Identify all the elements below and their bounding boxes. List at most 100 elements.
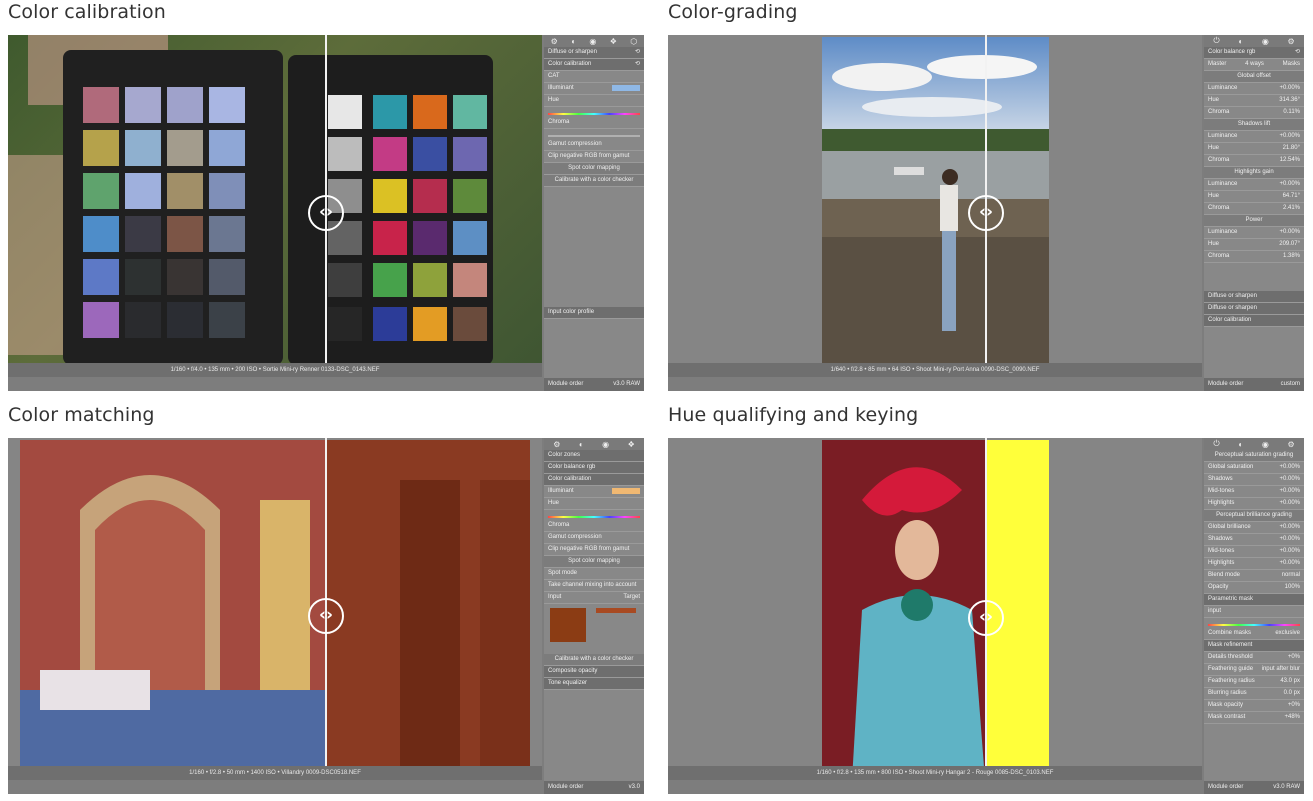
color-checker-photo [8,35,542,377]
right-panel: ⏻ ◐ ◉ ⚙ Perceptual saturation grading Globa… [1204,438,1304,794]
target-swatch[interactable] [596,608,636,613]
go-luminance[interactable]: Luminance +0.00% [1204,83,1304,95]
spot-color-mapping-header[interactable]: Spot color mapping [544,163,644,175]
hue-slider[interactable] [544,510,644,520]
sat-midtones[interactable]: Mid-tones +0.00% [1204,486,1304,498]
pw-luminance[interactable]: Luminance +0.00% [1204,227,1304,239]
illuminant-row[interactable]: Illuminant [544,83,644,95]
module-color-balance-rgb[interactable]: Color balance rgb [544,462,644,474]
opacity[interactable]: Opacity 100% [1204,582,1304,594]
hg-luminance[interactable]: Luminance +0.00% [1204,179,1304,191]
global-brilliance[interactable]: Global brilliance +0.00% [1204,522,1304,534]
module-diffuse-sharpen-2[interactable]: Diffuse or sharpen [1204,303,1304,315]
module-color-zones[interactable]: Color zones [544,450,644,462]
color-checker-header[interactable]: Calibrate with a color checker [544,654,644,666]
module-group-tabs[interactable]: ⏻ ◐ ◉ ⚙ [1204,438,1304,450]
illuminant-row[interactable]: Illuminant [544,486,644,498]
spot-color-mapping-header[interactable]: Spot color mapping [544,556,644,568]
color-checker-header[interactable]: Calibrate with a color checker [544,175,644,187]
panel-spacer [1204,263,1304,291]
panel-bottom-bar[interactable]: Module order v3.0 RAW [544,378,644,391]
mask-input-row[interactable]: input [1204,606,1304,618]
module-group-tabs[interactable]: ⏻ ◐ ◉ ⚙ [1204,35,1304,47]
gamut-row[interactable]: Gamut compression [544,139,644,151]
module-group-tabs[interactable]: ⚙ ◐ ◉ ❖ ⬡ [544,35,644,47]
chroma-slider[interactable] [544,129,644,139]
blend-mode[interactable]: Blend mode normal [1204,570,1304,582]
screenshot-color-matching: ‹› 1/160 • f/2.8 • 50 mm • 1400 ISO • Vi… [8,438,644,794]
module-color-calibration[interactable]: Color calibration [544,474,644,486]
feathering-guide[interactable]: Feathering guide input after blur [1204,664,1304,676]
module-composite-opacity[interactable]: Composite opacity [544,666,644,678]
screenshot-color-calibration: ‹› 1/160 • f/4.0 • 135 mm • 200 ISO • So… [8,35,644,391]
blurring-radius[interactable]: Blurring radius 0.0 px [1204,688,1304,700]
clip-checkbox[interactable]: Clip negative RGB from gamut [544,151,644,163]
sl-luminance[interactable]: Luminance +0.00% [1204,131,1304,143]
sat-highlights[interactable]: Highlights +0.00% [1204,498,1304,510]
sl-chroma[interactable]: Chroma 12.54% [1204,155,1304,167]
hg-chroma[interactable]: Chroma 2.41% [1204,203,1304,215]
input-swatch [550,608,586,642]
section-title-color-grading: Color-grading [668,1,798,23]
bri-shadows[interactable]: Shadows +0.00% [1204,534,1304,546]
pw-chroma[interactable]: Chroma 1.38% [1204,251,1304,263]
mask-contrast[interactable]: Mask contrast +48% [1204,712,1304,724]
module-tone-equalizer[interactable]: Tone equalizer [544,678,644,690]
gamut-row[interactable]: Gamut compression [544,532,644,544]
screenshot-hue-qualifying: ‹› 1/160 • f/2.8 • 135 mm • 800 ISO • Sh… [668,438,1304,794]
split-handle-icon[interactable]: ‹› [308,195,344,231]
panel-bottom-bar[interactable]: Module order custom [1204,378,1304,391]
beach-portrait-illustration [822,37,1049,377]
parametric-mask-header[interactable]: Parametric mask [1204,594,1304,606]
hue-row[interactable]: Hue [544,95,644,107]
bri-midtones[interactable]: Mid-tones +0.00% [1204,546,1304,558]
go-hue[interactable]: Hue 314.36° [1204,95,1304,107]
section-title-color-calibration: Color calibration [8,1,166,23]
clip-checkbox[interactable]: Clip negative RGB from gamut [544,544,644,556]
module-color-calibration[interactable]: Color calibration ⟲ [544,59,644,71]
section-title-color-matching: Color matching [8,404,155,426]
global-offset-header: Global offset [1204,71,1304,83]
global-saturation[interactable]: Global saturation +0.00% [1204,462,1304,474]
sat-shadows[interactable]: Shadows +0.00% [1204,474,1304,486]
mask-refinement-header[interactable]: Mask refinement [1204,640,1304,652]
mask-opacity[interactable]: Mask opacity +0% [1204,700,1304,712]
bri-highlights[interactable]: Highlights +0.00% [1204,558,1304,570]
panel-bottom-bar[interactable]: Module order v3.0 RAW [1204,781,1304,794]
panel-bottom-bar[interactable]: Module order v3.0 [544,781,644,794]
perceptual-saturation-header: Perceptual saturation grading [1204,450,1304,462]
split-handle-icon[interactable]: ‹› [968,600,1004,636]
module-diffuse-sharpen[interactable]: Diffuse or sharpen ⟲ [544,47,644,59]
channel-mixing-checkbox[interactable]: Take channel mixing into account [544,580,644,592]
chroma-row[interactable]: Chroma [544,117,644,129]
hue-slider[interactable] [544,107,644,117]
interior-illustration [20,440,530,780]
image-view: ‹› 1/160 • f/2.8 • 135 mm • 800 ISO • Sh… [668,438,1202,780]
cb-tabs[interactable]: Master 4 ways Masks [1204,59,1304,71]
details-threshold[interactable]: Details threshold +0% [1204,652,1304,664]
feathering-radius[interactable]: Feathering radius 43.0 px [1204,676,1304,688]
module-group-tabs[interactable]: ⚙ ◐ ◉ ❖ [544,438,644,450]
hue-row[interactable]: Hue [544,498,644,510]
chroma-row[interactable]: Chroma [544,520,644,532]
section-title-hue-qualifying: Hue qualifying and keying [668,404,919,426]
highlights-gain-header: Highlights gain [1204,167,1304,179]
image-info-bar: 1/160 • f/2.8 • 50 mm • 1400 ISO • Villa… [8,766,542,780]
hg-hue[interactable]: Hue 64.71° [1204,191,1304,203]
module-diffuse-sharpen-1[interactable]: Diffuse or sharpen [1204,291,1304,303]
spot-mode-row[interactable]: Spot mode [544,568,644,580]
module-color-balance-rgb[interactable]: Color balance rgb ⟲ [1204,47,1304,59]
combine-masks[interactable]: Combine masks exclusive [1204,628,1304,640]
module-color-calibration[interactable]: Color calibration [1204,315,1304,327]
split-handle-icon[interactable]: ‹› [968,195,1004,231]
split-handle-icon[interactable]: ‹› [308,598,344,634]
go-chroma[interactable]: Chroma 0.11% [1204,107,1304,119]
image-info-bar: 1/160 • f/4.0 • 135 mm • 200 ISO • Sorti… [8,363,542,377]
right-panel: ⚙ ◐ ◉ ❖ Color zones Color balance rgb Color… [544,438,644,794]
module-input-profile[interactable]: Input color profile [544,307,644,319]
input-target-labels: Input Target [544,592,644,604]
pw-hue[interactable]: Hue 209.07° [1204,239,1304,251]
sl-hue[interactable]: Hue 21.80° [1204,143,1304,155]
mask-hue-slider[interactable] [1204,618,1304,628]
checker-readout [544,187,644,307]
